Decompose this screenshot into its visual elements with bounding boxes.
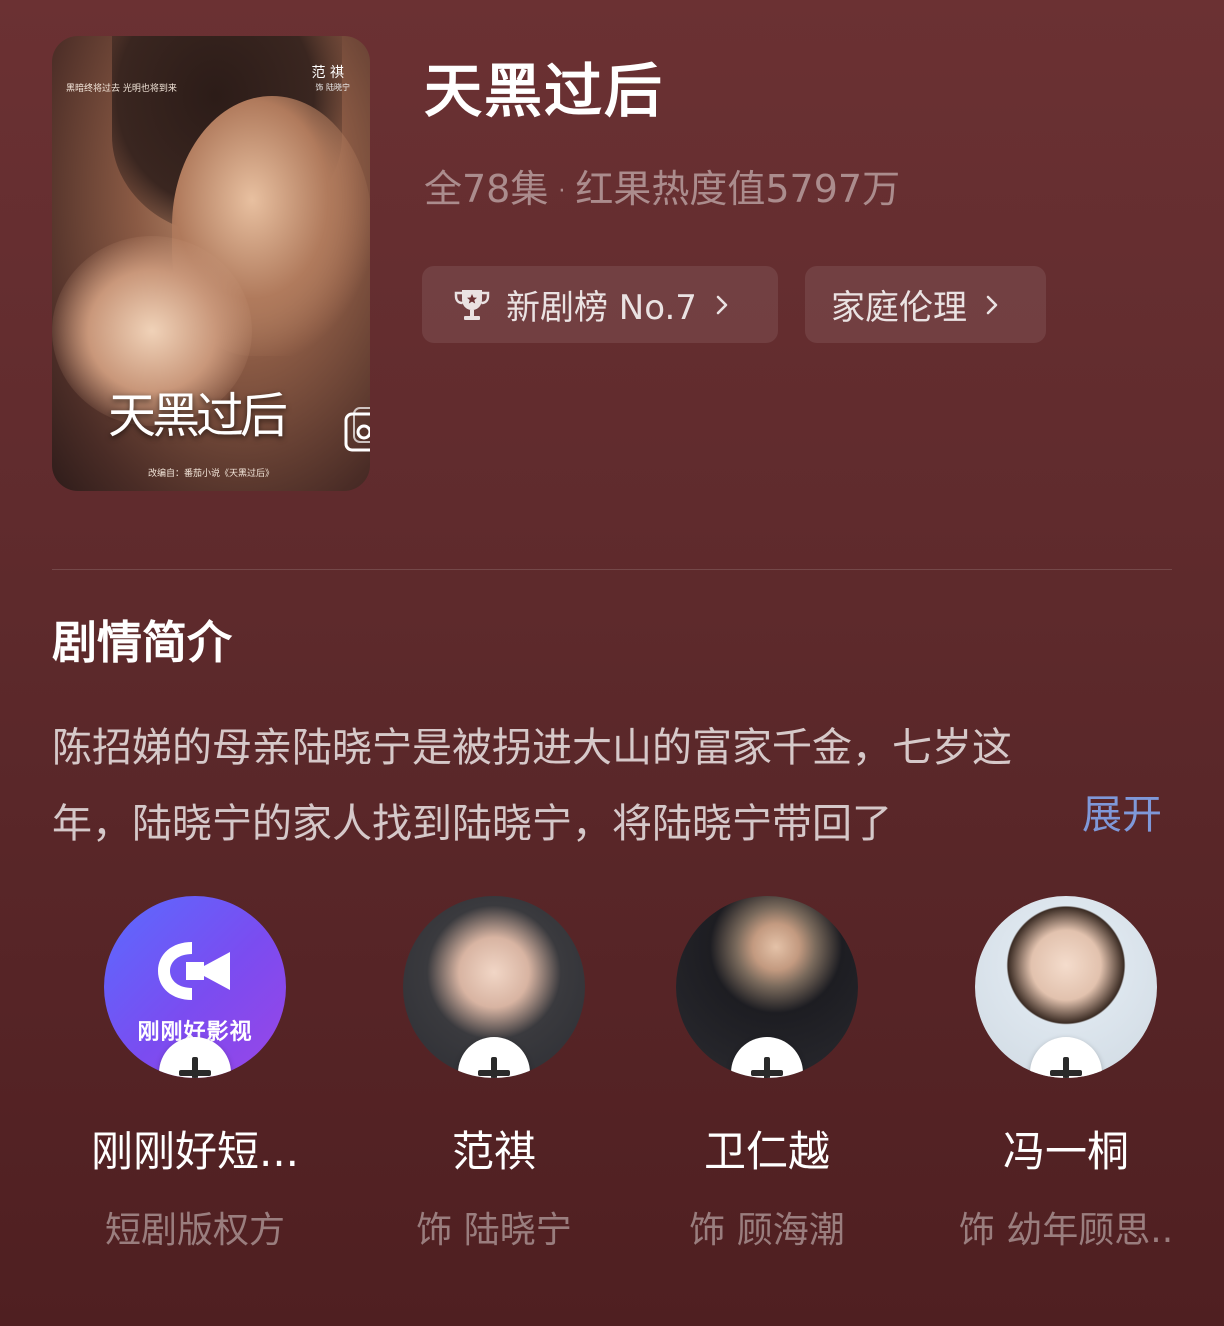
cast-member[interactable]: 刚刚好影视 刚刚好短... 短剧版权方 [75, 896, 315, 1253]
drama-poster[interactable]: 黑暗终将过去 光明也将到来 范 祺 饰 陆晓宁 天黑过后 改编自：番茄小说《天黑… [52, 36, 370, 491]
drama-title: 天黑过后 [424, 57, 665, 125]
plus-icon[interactable] [1030, 1037, 1102, 1078]
poster-tagline: 黑暗终将过去 光明也将到来 [66, 84, 177, 94]
cast-name: 范祺 [451, 1127, 536, 1176]
plus-icon[interactable] [731, 1037, 803, 1078]
cast-member[interactable]: 卫仁越 饰 顾海潮 [647, 896, 887, 1253]
synopsis-heading: 剧情简介 [52, 616, 233, 669]
cast-member[interactable]: 范祺 饰 陆晓宁 [374, 896, 614, 1253]
cast-member[interactable]: 冯一桐 饰 幼年顾思.. [946, 896, 1186, 1253]
drama-meta: 全78集 · 红果热度值5797万 [424, 158, 900, 213]
heat-value: 红果热度值5797万 [575, 167, 901, 211]
section-divider [52, 569, 1172, 570]
synopsis-line-1: 陈招娣的母亲陆晓宁是被拐进大山的富家千金，七岁这 [52, 725, 1012, 771]
cast-role: 短剧版权方 [104, 1210, 285, 1251]
genre-label: 家庭伦理 [831, 288, 967, 328]
poster-title: 天黑过后 [108, 388, 288, 444]
plus-icon[interactable] [458, 1037, 530, 1078]
genre-chip[interactable]: 家庭伦理 [805, 266, 1046, 343]
poster-actor: 范 祺 [311, 65, 344, 81]
episode-count: 全78集 [424, 167, 549, 211]
synopsis-text: 陈招娣的母亲陆晓宁是被拐进大山的富家千金，七岁这 年，陆晓宁的家人找到陆晓宁，将… [52, 710, 1172, 862]
studio-logo-icon [158, 942, 230, 1000]
cast-role: 饰 幼年顾思.. [958, 1210, 1174, 1251]
cast-role: 饰 顾海潮 [689, 1210, 845, 1251]
avatar[interactable] [975, 896, 1157, 1078]
expand-link[interactable]: 展开 [1082, 786, 1162, 844]
image-frame-icon [344, 407, 370, 452]
meta-separator: · [558, 179, 566, 204]
chevron-right-icon [986, 295, 998, 314]
synopsis-line-2: 年，陆晓宁的家人找到陆晓宁，将陆晓宁带回了 [52, 801, 892, 847]
trophy-icon [454, 289, 490, 320]
cast-name: 卫仁越 [703, 1127, 830, 1176]
avatar[interactable] [676, 896, 858, 1078]
cast-name: 冯一桐 [1002, 1127, 1129, 1176]
cast-role: 饰 陆晓宁 [416, 1210, 572, 1251]
poster-source: 改编自：番茄小说《天黑过后》 [148, 469, 275, 479]
chevron-right-icon [716, 295, 728, 314]
rank-chip[interactable]: 新剧榜 No.7 [422, 266, 778, 343]
poster-role: 饰 陆晓宁 [315, 83, 350, 92]
avatar[interactable]: 刚刚好影视 [104, 896, 286, 1078]
avatar[interactable] [403, 896, 585, 1078]
rank-label: 新剧榜 No.7 [506, 288, 697, 328]
cast-name: 刚刚好短... [90, 1127, 300, 1176]
